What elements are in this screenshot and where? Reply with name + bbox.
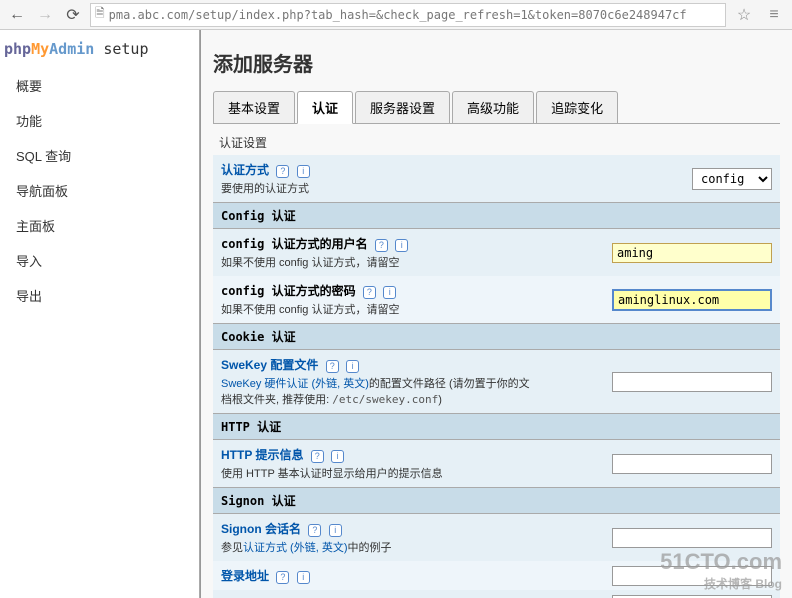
help-icon[interactable]: ? bbox=[363, 286, 376, 299]
info-icon[interactable]: i bbox=[346, 360, 359, 373]
config-pass-input[interactable] bbox=[612, 289, 772, 311]
config-pass-desc: 如果不使用 config 认证方式，请留空 bbox=[221, 301, 534, 317]
signon-session-desc: 参见认证方式 (外链, 英文)中的例子 bbox=[221, 539, 534, 555]
tab-basic[interactable]: 基本设置 bbox=[213, 91, 295, 123]
sidebar-item-features[interactable]: 功能 bbox=[0, 103, 199, 138]
tab-bar: 基本设置 认证 服务器设置 高级功能 追踪变化 bbox=[213, 91, 780, 124]
sidebar: phpMyAdmin setup 概要 功能 SQL 查询 导航面板 主面板 导… bbox=[0, 30, 200, 598]
http-realm-input[interactable] bbox=[612, 454, 772, 474]
auth-method-select[interactable]: config bbox=[692, 168, 772, 190]
address-bar[interactable]: 🗎 pma.abc.com/setup/index.php?tab_hash=&… bbox=[90, 3, 726, 27]
config-user-input[interactable] bbox=[612, 243, 772, 263]
http-realm-label[interactable]: HTTP 提示信息 bbox=[221, 448, 303, 462]
sidebar-item-overview[interactable]: 概要 bbox=[0, 68, 199, 103]
signon-session-input[interactable] bbox=[612, 528, 772, 548]
help-icon[interactable]: ? bbox=[276, 571, 289, 584]
info-icon[interactable]: i bbox=[329, 524, 342, 537]
signon-login-input[interactable] bbox=[612, 566, 772, 586]
sidebar-item-import[interactable]: 导入 bbox=[0, 243, 199, 278]
config-pass-label: config 认证方式的密码 bbox=[221, 284, 356, 298]
signon-logout-input[interactable] bbox=[612, 595, 772, 598]
config-user-label: config 认证方式的用户名 bbox=[221, 237, 368, 251]
config-user-desc: 如果不使用 config 认证方式，请留空 bbox=[221, 254, 534, 270]
tab-auth[interactable]: 认证 bbox=[297, 91, 353, 124]
group-cookie: Cookie 认证 bbox=[213, 324, 780, 350]
tab-advanced[interactable]: 高级功能 bbox=[452, 91, 534, 123]
auth-method-label[interactable]: 认证方式 bbox=[221, 163, 269, 177]
help-icon[interactable]: ? bbox=[375, 239, 388, 252]
page-icon: 🗎 bbox=[95, 4, 105, 25]
sidebar-item-main-panel[interactable]: 主面板 bbox=[0, 208, 199, 243]
help-icon[interactable]: ? bbox=[311, 450, 324, 463]
browser-toolbar: ← → ⟳ 🗎 pma.abc.com/setup/index.php?tab_… bbox=[0, 0, 792, 30]
info-icon[interactable]: i bbox=[297, 571, 310, 584]
back-button[interactable]: ← bbox=[6, 4, 28, 26]
url-text: pma.abc.com/setup/index.php?tab_hash=&ch… bbox=[109, 8, 687, 22]
content-area: 添加服务器 基本设置 认证 服务器设置 高级功能 追踪变化 认证设置 认证方式 … bbox=[200, 30, 792, 598]
tab-server[interactable]: 服务器设置 bbox=[355, 91, 450, 123]
swekey-label[interactable]: SweKey 配置文件 bbox=[221, 358, 318, 372]
http-realm-desc: 使用 HTTP 基本认证时显示给用户的提示信息 bbox=[221, 465, 534, 481]
swekey-desc: SweKey 硬件认证 (外链, 英文)的配置文件路径 (请勿置于你的文档根文件… bbox=[221, 375, 534, 407]
tab-tracking[interactable]: 追踪变化 bbox=[536, 91, 618, 123]
sidebar-item-sql[interactable]: SQL 查询 bbox=[0, 138, 199, 173]
reload-button[interactable]: ⟳ bbox=[62, 4, 84, 26]
swekey-input[interactable] bbox=[612, 372, 772, 392]
info-icon[interactable]: i bbox=[331, 450, 344, 463]
group-signon: Signon 认证 bbox=[213, 488, 780, 514]
sidebar-item-export[interactable]: 导出 bbox=[0, 278, 199, 313]
section-label: 认证设置 bbox=[213, 130, 780, 155]
signon-login-label[interactable]: 登录地址 bbox=[221, 569, 269, 583]
page-title: 添加服务器 bbox=[213, 48, 780, 77]
forward-button[interactable]: → bbox=[34, 4, 56, 26]
help-icon[interactable]: ? bbox=[308, 524, 321, 537]
info-icon[interactable]: i bbox=[383, 286, 396, 299]
info-icon[interactable]: i bbox=[395, 239, 408, 252]
help-icon[interactable]: ? bbox=[276, 165, 289, 178]
sidebar-item-nav-panel[interactable]: 导航面板 bbox=[0, 173, 199, 208]
logo: phpMyAdmin setup bbox=[0, 36, 199, 68]
info-icon[interactable]: i bbox=[297, 165, 310, 178]
bookmark-icon[interactable]: ☆ bbox=[732, 3, 756, 27]
menu-icon[interactable]: ≡ bbox=[762, 3, 786, 27]
group-http: HTTP 认证 bbox=[213, 414, 780, 440]
group-config: Config 认证 bbox=[213, 203, 780, 229]
help-icon[interactable]: ? bbox=[326, 360, 339, 373]
auth-method-desc: 要使用的认证方式 bbox=[221, 180, 534, 196]
signon-session-label[interactable]: Signon 会话名 bbox=[221, 522, 301, 536]
